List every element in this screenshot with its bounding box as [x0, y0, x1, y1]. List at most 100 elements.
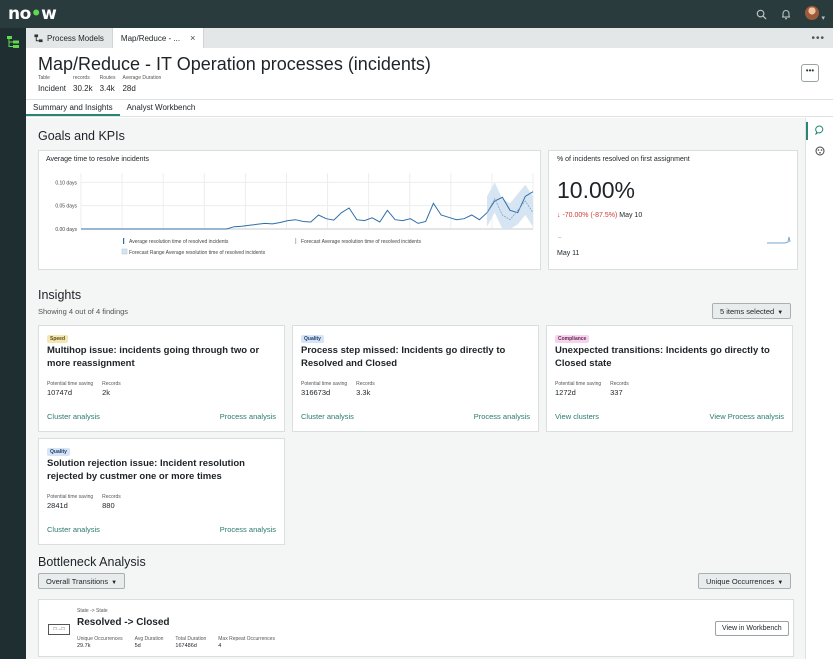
stat-label: Potential time saving: [47, 381, 94, 387]
process-analysis-link[interactable]: Process analysis: [220, 525, 276, 534]
tab-label: Map/Reduce - ...: [120, 33, 181, 43]
insight-title: Unexpected transitions: Incidents go dir…: [555, 345, 770, 369]
stat-value: 10747d: [47, 388, 73, 397]
insight-title: Multihop issue: incidents going through …: [47, 345, 260, 369]
more-actions-button[interactable]: •••: [801, 64, 819, 82]
palette-icon[interactable]: [815, 146, 825, 156]
right-rail: [805, 118, 833, 659]
stat-label: Records: [610, 381, 629, 387]
series-line-actual: [81, 191, 534, 230]
goals-section-title: Goals and KPIs: [38, 129, 125, 143]
tab-summary-and-insights[interactable]: Summary and Insights: [26, 100, 120, 116]
stat-label: Records: [102, 494, 121, 500]
insight-title: Solution rejection issue: Incident resol…: [47, 458, 245, 482]
stat-label: Total Duration: [175, 636, 207, 642]
category-badge: Quality: [301, 335, 324, 343]
meta-label: Table: [38, 75, 50, 81]
meta-label: Average Duration: [122, 75, 162, 81]
view-in-workbench-button[interactable]: View in Workbench: [715, 621, 789, 636]
insight-card: Speed Multihop issue: incidents going th…: [38, 325, 285, 432]
user-menu[interactable]: ▾: [805, 5, 825, 23]
kpi-date: May 11: [557, 250, 580, 257]
cluster-analysis-link[interactable]: Cluster analysis: [47, 412, 100, 421]
main-content: Goals and KPIs Average time to resolve i…: [26, 118, 805, 659]
kpi-delta-value: -70.00% (-87.5%): [562, 212, 618, 219]
category-badge: Quality: [47, 448, 70, 456]
view-process-analysis-link[interactable]: View Process analysis: [710, 412, 784, 421]
stat-label: Max Repeat Occurrences: [218, 636, 275, 642]
sparkline-start-tick: –: [558, 235, 562, 241]
kpi-delta: ↓ -70.00% (-87.5%) May 10: [557, 212, 642, 219]
model-meta: Table Incident records 30.2k Routes 3.4k Av…: [38, 75, 161, 93]
dropdown-label: Overall Transitions: [46, 577, 109, 586]
tab-map-reduce[interactable]: Map/Reduce - ... ×: [111, 28, 205, 48]
kpi-card: % of incidents resolved on first assignm…: [548, 150, 798, 270]
close-icon[interactable]: ×: [190, 33, 195, 43]
process-analysis-link[interactable]: Process analysis: [220, 412, 276, 421]
kpi-delta-date: May 10: [619, 212, 643, 219]
kpi-title: % of incidents resolved on first assignm…: [557, 156, 690, 163]
category-badge: Speed: [47, 335, 69, 343]
top-nav-bar: no•w ▾: [0, 0, 833, 28]
bell-icon[interactable]: [781, 9, 791, 20]
insight-card: Quality Solution rejection issue: Incide…: [38, 438, 285, 545]
occurrences-dropdown[interactable]: Unique Occurrences ▼: [698, 573, 792, 589]
transition-icon: □→□: [48, 624, 70, 635]
legend-swatch: [295, 238, 297, 244]
stat-label: Potential time saving: [47, 494, 94, 500]
line-chart[interactable]: 0.10 days 0.05 days 0.00 days Average resol…: [39, 151, 542, 271]
stat-label: Records: [356, 381, 375, 387]
stat-value: 1272d: [555, 388, 576, 397]
transition-type-label: State -> State: [77, 608, 108, 614]
sub-tabs: Summary and Insights Analyst Workbench: [26, 100, 833, 117]
chevron-down-icon: ▼: [111, 580, 118, 586]
legend-label: Forecast Average resolution time of reso…: [301, 239, 421, 245]
legend-label: Average resolution time of resolved inci…: [129, 239, 229, 245]
tab-process-models[interactable]: Process Models: [26, 28, 112, 48]
tabs-more-icon[interactable]: •••: [803, 28, 833, 48]
y-tick-label: 0.00 days: [55, 227, 77, 233]
category-badge: Compliance: [555, 335, 590, 343]
insights-filter-dropdown[interactable]: 5 items selected ▼: [712, 303, 792, 319]
avatar: [805, 5, 820, 20]
chevron-down-icon: ▼: [777, 310, 784, 316]
insight-card: Compliance Unexpected transitions: Incid…: [546, 325, 793, 432]
chat-icon[interactable]: [815, 125, 825, 135]
stat-value: 5d: [134, 643, 141, 649]
cluster-analysis-link[interactable]: Cluster analysis: [301, 412, 354, 421]
page-title: Map/Reduce - IT Operation processes (inc…: [38, 54, 431, 74]
chevron-down-icon: ▼: [777, 580, 784, 586]
view-clusters-link[interactable]: View clusters: [555, 412, 599, 421]
stat-label: Potential time saving: [301, 381, 348, 387]
cluster-analysis-link[interactable]: Cluster analysis: [47, 525, 100, 534]
stat-value: 316673d: [301, 388, 331, 397]
left-rail: [0, 28, 26, 659]
stat-value: 3.3k: [356, 388, 371, 397]
insights-section-title: Insights: [38, 288, 82, 302]
chevron-down-icon: ▾: [821, 14, 825, 22]
dropdown-label: Unique Occurrences: [706, 577, 775, 586]
stat-value: 29.7k: [77, 643, 91, 649]
bottleneck-section-title: Bottleneck Analysis: [38, 555, 146, 569]
tab-analyst-workbench[interactable]: Analyst Workbench: [120, 100, 203, 116]
legend-swatch: [123, 238, 125, 244]
stat-value: 4: [218, 643, 222, 649]
search-icon[interactable]: [756, 9, 767, 20]
kpi-value: 10.00%: [557, 177, 636, 203]
arrow-down-icon: ↓: [557, 212, 561, 219]
transitions-dropdown[interactable]: Overall Transitions ▼: [38, 573, 126, 589]
tab-strip: Process Models Map/Reduce - ... × •••: [26, 28, 833, 48]
forecast-band: [487, 182, 533, 229]
bottleneck-row[interactable]: □→□ State -> State Resolved -> Closed Un…: [38, 599, 794, 657]
transition-title: Resolved -> Closed: [77, 617, 170, 628]
page-header: Map/Reduce - IT Operation processes (inc…: [26, 48, 833, 100]
insight-card: Quality Process step missed: Incidents g…: [292, 325, 539, 432]
stat-label: Avg Duration: [134, 636, 164, 642]
process-analysis-link[interactable]: Process analysis: [474, 412, 530, 421]
active-indicator: [806, 122, 808, 140]
process-tree-icon[interactable]: [5, 34, 21, 50]
meta-value: Incident: [38, 84, 67, 93]
servicenow-logo[interactable]: no•w: [8, 4, 57, 24]
stat-label: Potential time saving: [555, 381, 602, 387]
tab-label: Process Models: [47, 33, 104, 43]
